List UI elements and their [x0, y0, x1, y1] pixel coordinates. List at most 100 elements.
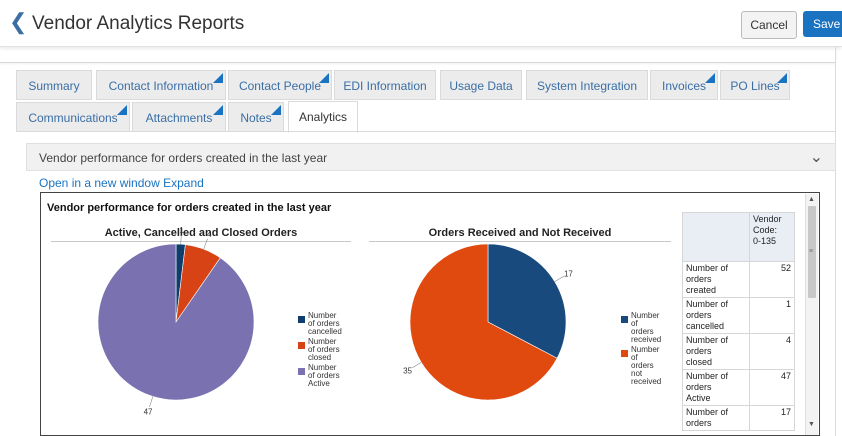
tab-edi-information[interactable]: EDI Information [334, 70, 436, 100]
table-row: Number of orders created 52 [682, 261, 795, 298]
chevron-down-icon[interactable]: ⌄ [810, 147, 823, 167]
pie-value-label: 35 [403, 367, 412, 376]
row-label-line: orders [686, 310, 712, 320]
pie-leader-line [149, 396, 154, 408]
row-value: 17 [749, 405, 795, 431]
report-scrollbar[interactable]: ▲ ≡ ▼ [805, 194, 818, 435]
tab-label: Analytics [298, 110, 348, 124]
tab-label: Notes [240, 111, 272, 125]
flag-icon [117, 105, 127, 115]
row-label-line: created [686, 285, 717, 295]
row-label-line: closed [686, 357, 713, 367]
cancel-button[interactable]: Cancel [741, 11, 797, 39]
row-label-line: Number of [686, 263, 729, 273]
tab-notes[interactable]: Notes [228, 102, 284, 132]
table-header-row: Vendor Code: 0-135 [682, 212, 795, 262]
legend-label: Number of orders received [631, 311, 661, 344]
row-value: 47 [749, 369, 795, 406]
row-label: Number of orders Active [682, 369, 750, 406]
table-header-line: 0-135 [753, 236, 777, 246]
tab-label: EDI Information [343, 79, 427, 93]
row-label-line: orders [686, 418, 712, 428]
report-frame: Vendor performance for orders created in… [40, 192, 820, 436]
tab-attachments[interactable]: Attachments [132, 102, 226, 132]
row-value: 4 [749, 333, 795, 370]
flag-icon [213, 105, 223, 115]
scroll-up-icon[interactable]: ▲ [808, 196, 815, 203]
chevron-left-icon[interactable]: ❮ [9, 10, 27, 34]
tab-analytics[interactable]: Analytics [288, 101, 358, 133]
vendor-table: Vendor Code: 0-135 Number of orders create… [682, 212, 795, 431]
legend-label: Number of orders cancelled [308, 311, 342, 336]
pie-leader-line [411, 362, 422, 369]
tab-label: Contact Information [108, 79, 214, 93]
pie-leader-line [554, 275, 565, 282]
tab-summary[interactable]: Summary [16, 70, 92, 100]
row-label: Number of orders created [682, 261, 750, 298]
row-value: 52 [749, 261, 795, 298]
tab-system-integration[interactable]: System Integration [526, 70, 648, 100]
pie-value-label: 4 [207, 230, 212, 239]
flag-icon [777, 73, 787, 83]
table-header-line: Code: [753, 225, 778, 235]
header-band [0, 46, 836, 63]
tab-contact-information[interactable]: Contact Information [96, 70, 226, 100]
tab-invoices[interactable]: Invoices [650, 70, 718, 100]
table-row: Number of orders closed 4 [682, 333, 795, 370]
tab-communications[interactable]: Communications [16, 102, 130, 132]
row-label-line: Number of [686, 299, 729, 309]
row-value: 1 [749, 297, 795, 334]
legend-label: Number of orders Active [308, 363, 340, 388]
page-title: Vendor Analytics Reports [32, 13, 245, 34]
tab-label: Contact People [238, 79, 322, 93]
row-label-line: Number of [686, 407, 729, 417]
legend-swatch [621, 350, 628, 357]
save-button[interactable]: Save [803, 11, 842, 37]
table-header-line: Vendor [753, 214, 782, 224]
table-header-cell: Vendor Code: 0-135 [749, 212, 795, 262]
row-label-line: orders [686, 346, 712, 356]
tab-po-lines[interactable]: PO Lines [720, 70, 790, 100]
pie-slice[interactable] [97, 243, 255, 401]
legend-swatch [298, 368, 305, 375]
row-label-line: cancelled [686, 321, 725, 331]
legend-label: Number of orders not received [631, 345, 661, 386]
pie-value-label: 1 [179, 226, 184, 235]
row-label-line: Number of [686, 371, 729, 381]
tab-divider [16, 131, 836, 132]
row-label-line: orders [686, 382, 712, 392]
row-label-line: Number of [686, 335, 729, 345]
report-links: Open in a new window Expand [39, 176, 204, 190]
pie-value-label: 17 [564, 269, 573, 278]
scroll-down-icon[interactable]: ▼ [808, 421, 815, 428]
legend-label: Number of orders closed [308, 337, 340, 362]
open-new-window-link[interactable]: Open in a new window [39, 176, 160, 190]
table-row: Number of orders cancelled 1 [682, 297, 795, 334]
legend-swatch [298, 316, 305, 323]
tab-label: Invoices [661, 79, 707, 93]
grip-icon: ≡ [809, 248, 814, 255]
expand-link[interactable]: Expand [163, 176, 204, 190]
tab-label: Communications [28, 111, 118, 125]
page-header: ❮ Vendor Analytics Reports Cancel Save [0, 0, 842, 47]
pie-leader-line [203, 238, 208, 250]
flag-icon [319, 73, 329, 83]
section-title: Vendor performance for orders created in… [39, 151, 328, 165]
tab-label: System Integration [536, 79, 638, 93]
row-label: Number of orders closed [682, 333, 750, 370]
flag-icon [271, 105, 281, 115]
table-row: Number of orders 17 [682, 405, 795, 431]
tab-usage-data[interactable]: Usage Data [440, 70, 522, 100]
tab-contact-people[interactable]: Contact People [228, 70, 332, 100]
tab-label: Attachments [145, 111, 213, 125]
legend-swatch [298, 342, 305, 349]
tab-label: Summary [28, 79, 80, 93]
row-label: Number of orders cancelled [682, 297, 750, 334]
pie-charts: 1 447Number of orders cancelledNumber of ord… [97, 226, 661, 417]
flag-icon [213, 73, 223, 83]
row-label: Number of orders [682, 405, 750, 431]
tab-label: PO Lines [730, 79, 780, 93]
pie-value-label: 47 [144, 408, 153, 417]
tab-label: Usage Data [449, 79, 513, 93]
section-header[interactable]: Vendor performance for orders created in… [26, 143, 836, 171]
